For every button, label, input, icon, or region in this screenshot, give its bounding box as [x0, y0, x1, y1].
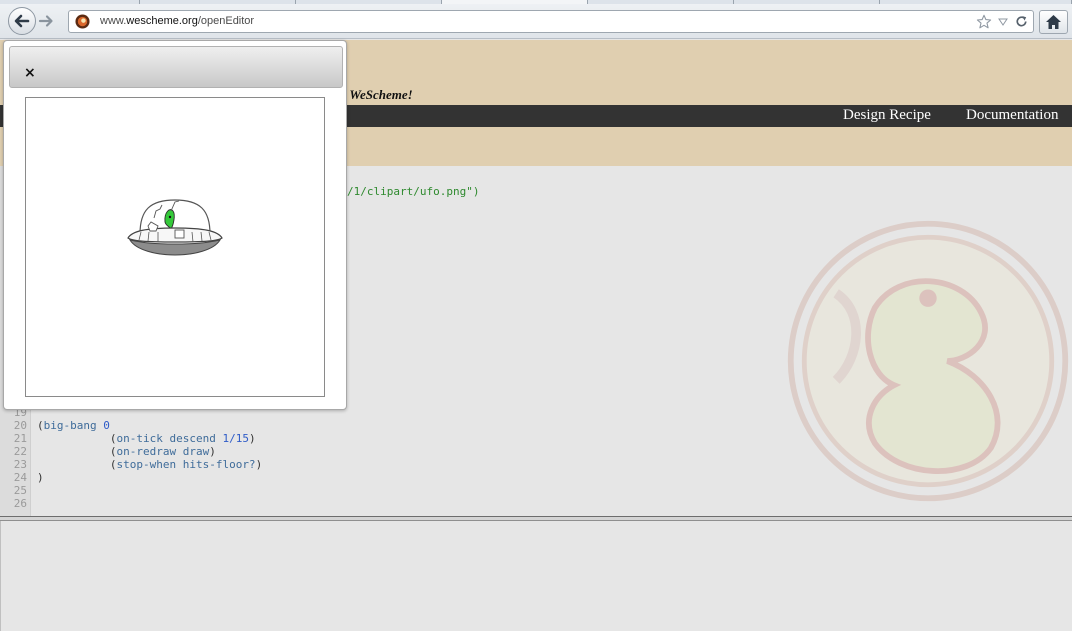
line-number: 23 — [13, 458, 27, 471]
string-literal: /1/clipart/ufo.png") — [347, 185, 480, 198]
code-line-24: ) — [37, 471, 44, 484]
code-line-21: (on-tick descend 1/15) — [37, 432, 256, 445]
close-paren: ) — [209, 445, 216, 458]
code-line-22: (on-redraw draw) — [37, 445, 216, 458]
code-line-20: (big-bang 0 — [37, 419, 110, 432]
menu-item-design-recipe[interactable]: Design Recipe — [843, 107, 931, 124]
home-icon — [1046, 15, 1061, 29]
reload-icon[interactable] — [1014, 14, 1029, 29]
close-paren: ) — [255, 458, 263, 471]
code-line-23: (stop-when hits-floor?) — [37, 458, 262, 471]
number-literal: 0 — [103, 419, 110, 432]
forward-arrow-icon — [38, 15, 53, 27]
url-prefix: www. — [100, 15, 127, 27]
address-bar[interactable]: www.wescheme.org/openEditor — [68, 10, 1034, 33]
line-number: 25 — [13, 484, 27, 497]
ufo-with-green-alien — [127, 199, 223, 256]
keyword: on-redraw draw — [116, 445, 210, 458]
close-paren: ) — [248, 432, 256, 445]
keyword: big-bang — [43, 419, 97, 432]
back-button[interactable] — [8, 7, 36, 35]
interactions-pane[interactable] — [0, 521, 1072, 631]
wescheme-favicon — [75, 14, 90, 29]
world-canvas — [25, 97, 325, 397]
code-fragment: /1/clipart/ufo.png") — [347, 185, 479, 198]
run-dialog: × — [3, 40, 347, 410]
line-number: 20 — [13, 419, 27, 432]
url-host: wescheme.org — [126, 15, 198, 27]
close-icon[interactable]: × — [24, 66, 36, 80]
forward-button[interactable] — [36, 12, 58, 30]
close-paren: ) — [37, 471, 44, 484]
line-number: 26 — [13, 497, 27, 510]
url-text[interactable]: www.wescheme.org/openEditor — [100, 15, 254, 27]
star-icon[interactable] — [976, 14, 992, 30]
keyword: stop-when hits-floor? — [116, 458, 256, 471]
menu-item-documentation[interactable]: Documentation — [966, 107, 1058, 124]
line-number: 21 — [13, 432, 27, 445]
number-literal: 1/15 — [222, 432, 249, 445]
line-number: 24 — [13, 471, 27, 484]
dropdown-triangle-icon[interactable] — [998, 17, 1008, 27]
home-button[interactable] — [1039, 10, 1068, 34]
wescheme-logo-watermark — [787, 220, 1069, 502]
line-number: 22 — [13, 445, 27, 458]
dialog-titlebar[interactable]: × — [9, 46, 343, 88]
back-arrow-icon — [14, 14, 30, 28]
navigation-toolbar: www.wescheme.org/openEditor — [0, 4, 1072, 39]
url-path: /openEditor — [197, 15, 255, 27]
page-subtitle: ; WeScheme! — [342, 87, 413, 102]
keyword: on-tick descend — [116, 432, 216, 445]
open-paren: ( — [37, 419, 44, 432]
